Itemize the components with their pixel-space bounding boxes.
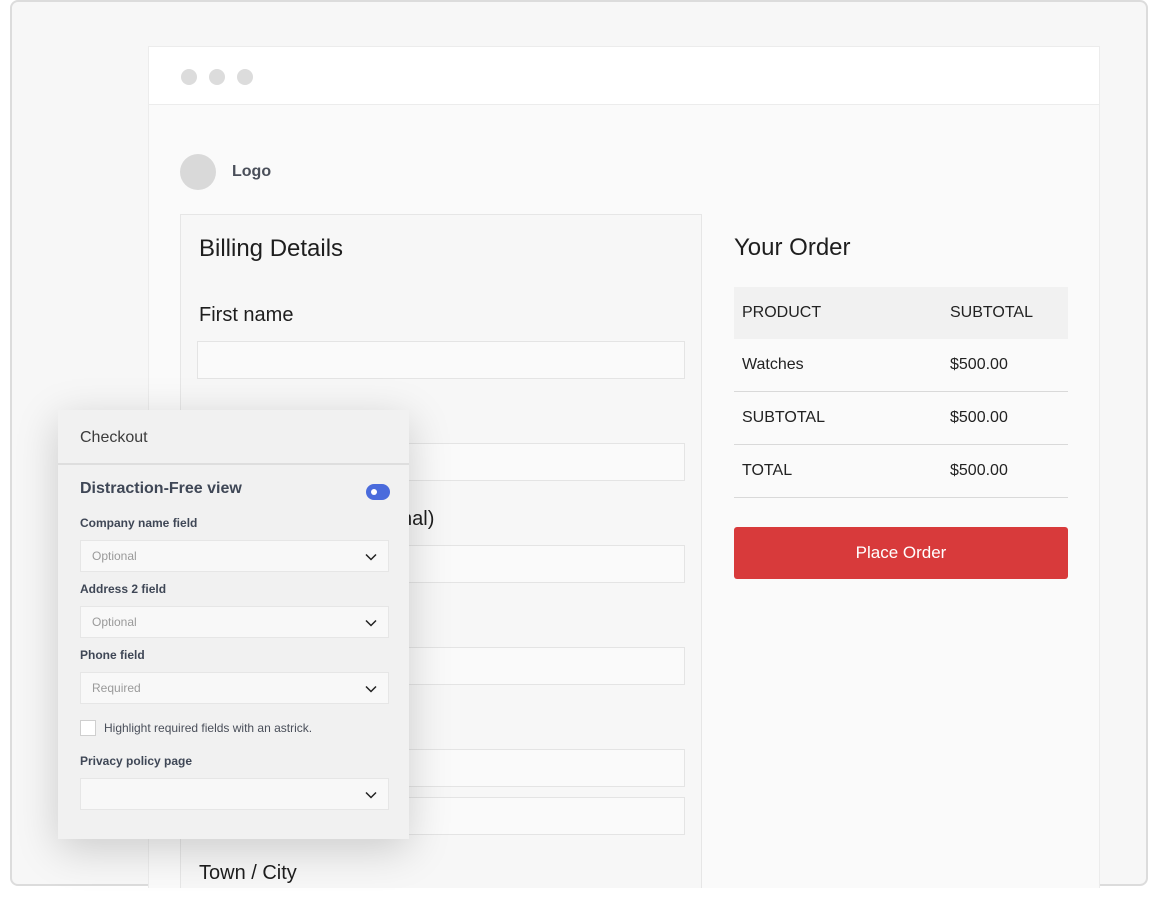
distraction-free-label: Distraction-Free view (80, 480, 242, 497)
order-title: Your Order (734, 234, 851, 261)
distraction-free-toggle[interactable] (366, 484, 390, 500)
logo-text: Logo (232, 163, 272, 180)
window-dot-1 (181, 69, 197, 85)
company-field-select[interactable]: Optional (80, 540, 389, 572)
row-value: $500.00 (950, 462, 1008, 479)
chevron-down-icon (365, 553, 377, 561)
browser-titlebar (149, 47, 1099, 105)
row-label: Watches (742, 356, 804, 373)
order-table-header: PRODUCT SUBTOTAL (734, 287, 1068, 339)
phone-field-label: Phone field (80, 648, 145, 662)
privacy-policy-select[interactable] (80, 778, 389, 810)
address2-field-select[interactable]: Optional (80, 606, 389, 638)
first-name-label: First name (199, 304, 294, 326)
chevron-down-icon (365, 791, 377, 799)
select-value: Optional (92, 549, 137, 563)
town-city-label: Town / City (199, 862, 297, 884)
highlight-required-checkbox[interactable] (80, 720, 96, 736)
order-table: PRODUCT SUBTOTAL Watches $500.00 SUBTOTA… (734, 287, 1068, 498)
first-name-input[interactable] (197, 341, 685, 379)
logo-icon (180, 154, 216, 190)
select-value: Required (92, 681, 141, 695)
billing-title: Billing Details (199, 235, 344, 262)
table-row: SUBTOTAL $500.00 (734, 392, 1068, 445)
panel-header: Checkout (58, 410, 409, 465)
highlight-required-label: Highlight required fields with an astric… (104, 721, 313, 735)
table-row: Watches $500.00 (734, 339, 1068, 392)
column-header-product: PRODUCT (742, 304, 822, 321)
chevron-down-icon (365, 685, 377, 693)
row-label: SUBTOTAL (742, 409, 825, 426)
address2-field-label: Address 2 field (80, 582, 167, 596)
privacy-policy-label: Privacy policy page (80, 754, 193, 768)
row-value: $500.00 (950, 409, 1008, 426)
row-label: TOTAL (742, 462, 793, 479)
select-value: Optional (92, 615, 137, 629)
checkout-settings-panel: Checkout Distraction-Free view Company n… (58, 410, 409, 839)
panel-title: Checkout (80, 429, 148, 446)
column-header-subtotal: SUBTOTAL (950, 304, 1033, 321)
company-field-label: Company name field (80, 516, 198, 530)
place-order-button[interactable]: Place Order (734, 527, 1068, 579)
row-value: $500.00 (950, 356, 1008, 373)
table-row: TOTAL $500.00 (734, 445, 1068, 498)
phone-field-select[interactable]: Required (80, 672, 389, 704)
window-dot-2 (209, 69, 225, 85)
chevron-down-icon (365, 619, 377, 627)
window-dot-3 (237, 69, 253, 85)
